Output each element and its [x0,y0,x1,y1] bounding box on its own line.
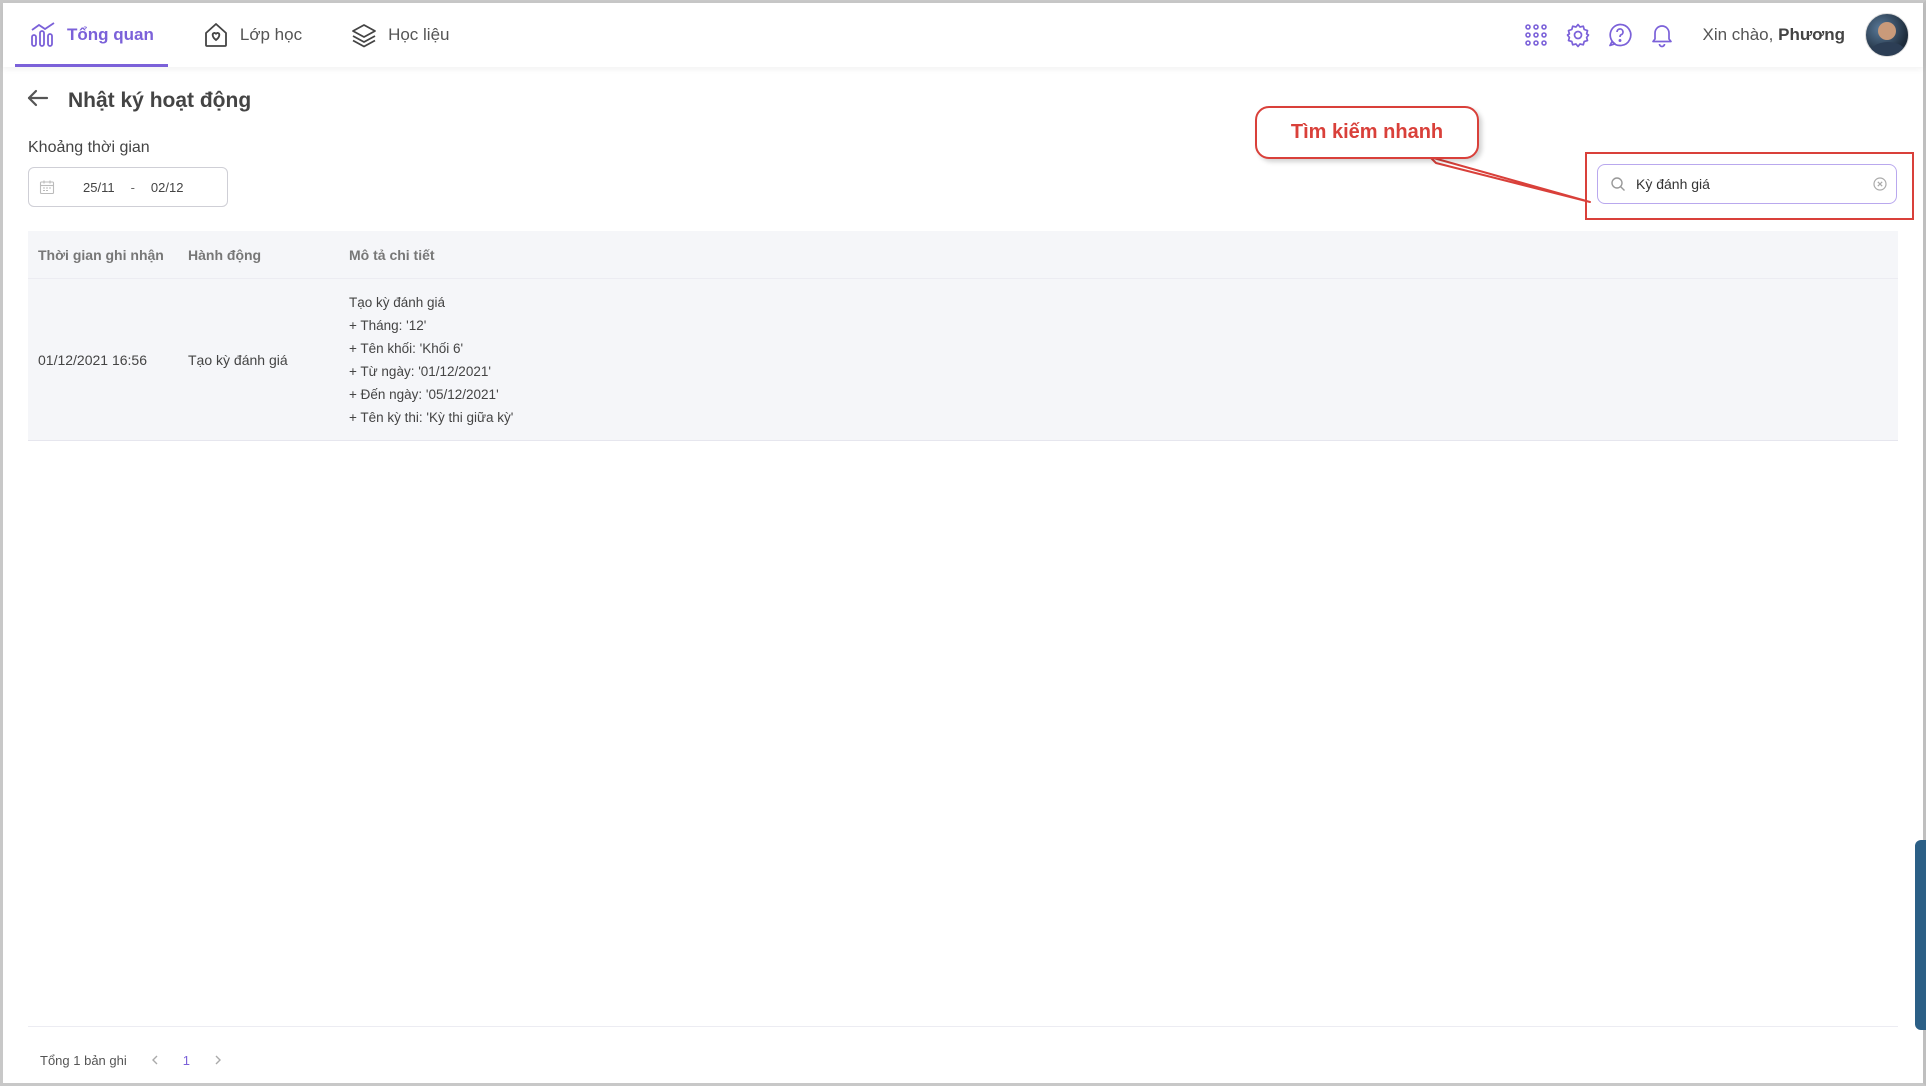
date-range-picker[interactable]: 25/11 - 02/12 [28,167,228,207]
search-bar[interactable] [1597,164,1897,204]
activity-table: Thời gian ghi nhận Hành động Mô tả chi t… [28,231,1898,441]
detail-line: + Tên khối: 'Khối 6' [349,340,464,356]
nav-label-classes: Lớp học [239,25,303,44]
column-header-details: Mô tả chi tiết [349,246,435,263]
chart-icon [31,22,55,47]
header-actions: Xin chào, Phương [1522,13,1923,57]
gear-icon [1567,23,1590,48]
pagination: Tổng 1 bản ghi 1 [40,1050,228,1070]
help-button[interactable] [1606,21,1634,49]
detail-line: Tạo kỳ đánh giá [349,294,446,310]
cell-action: Tạo kỳ đánh giá [188,351,288,368]
question-bubble-icon [1609,23,1633,47]
date-range-label: Khoảng thời gian [28,139,150,156]
next-page-button[interactable] [208,1050,228,1070]
avatar[interactable] [1865,13,1909,57]
chevron-left-icon [151,1055,158,1065]
total-records: Tổng 1 bản ghi [40,1052,127,1068]
layers-icon [352,24,376,48]
search-icon [1611,177,1625,191]
arrow-left-icon [27,89,49,107]
detail-line: + Từ ngày: '01/12/2021' [349,363,491,379]
detail-line: + Tên kỳ thi: 'Kỳ thi giữa kỳ' [349,409,514,425]
column-header-action: Hành động [188,246,262,263]
table-header: Thời gian ghi nhận Hành động Mô tả chi t… [28,231,1898,279]
greeting-prefix: Xin chào, [1702,25,1774,44]
page-header: Nhật ký hoạt động [26,86,251,115]
top-header: Tổng quan Lớp học Học liệu Xin chào, Phư… [3,3,1923,67]
nav-item-overview[interactable]: Tổng quan [15,3,168,67]
nav-label-overview: Tổng quan [67,25,154,44]
detail-line: + Đến ngày: '05/12/2021' [349,386,499,402]
chevron-right-icon [215,1055,221,1065]
nav-item-classes[interactable]: Lớp học [188,3,316,67]
search-input[interactable] [1636,176,1856,192]
prev-page-button[interactable] [145,1050,165,1070]
nav-label-materials: Học liệu [388,25,450,44]
user-greeting: Xin chào, Phương [1702,25,1845,45]
annotation-callout: Tìm kiếm nhanh [1255,106,1479,159]
nav-item-materials[interactable]: Học liệu [336,3,463,67]
settings-button[interactable] [1564,21,1592,49]
cell-time: 01/12/2021 16:56 [38,351,147,368]
cell-details: Tạo kỳ đánh giá + Tháng: '12' + Tên khối… [339,291,1898,429]
detail-line: + Tháng: '12' [349,317,427,333]
page-title: Nhật ký hoạt động [68,88,252,112]
calendar-icon [39,180,55,195]
bell-icon [1652,25,1673,48]
apps-grid-button[interactable] [1522,21,1550,49]
footer-divider [28,1026,1898,1027]
user-name: Phương [1778,25,1845,44]
heart-house-icon [204,23,227,47]
main-nav: Tổng quan Lớp học Học liệu [15,3,484,67]
date-to[interactable]: 02/12 [151,180,184,195]
notifications-button[interactable] [1648,21,1676,49]
table-row: 01/12/2021 16:56 Tạo kỳ đánh giá Tạo kỳ … [28,279,1898,441]
side-panel-handle[interactable] [1915,840,1926,1030]
column-header-time: Thời gian ghi nhận [38,246,164,263]
clear-icon[interactable] [1872,176,1888,192]
apps-grid-icon [1525,24,1548,46]
date-from[interactable]: 25/11 [83,180,115,195]
back-button[interactable] [26,86,50,115]
page-number-current[interactable]: 1 [183,1053,190,1068]
date-separator: - [130,179,135,195]
